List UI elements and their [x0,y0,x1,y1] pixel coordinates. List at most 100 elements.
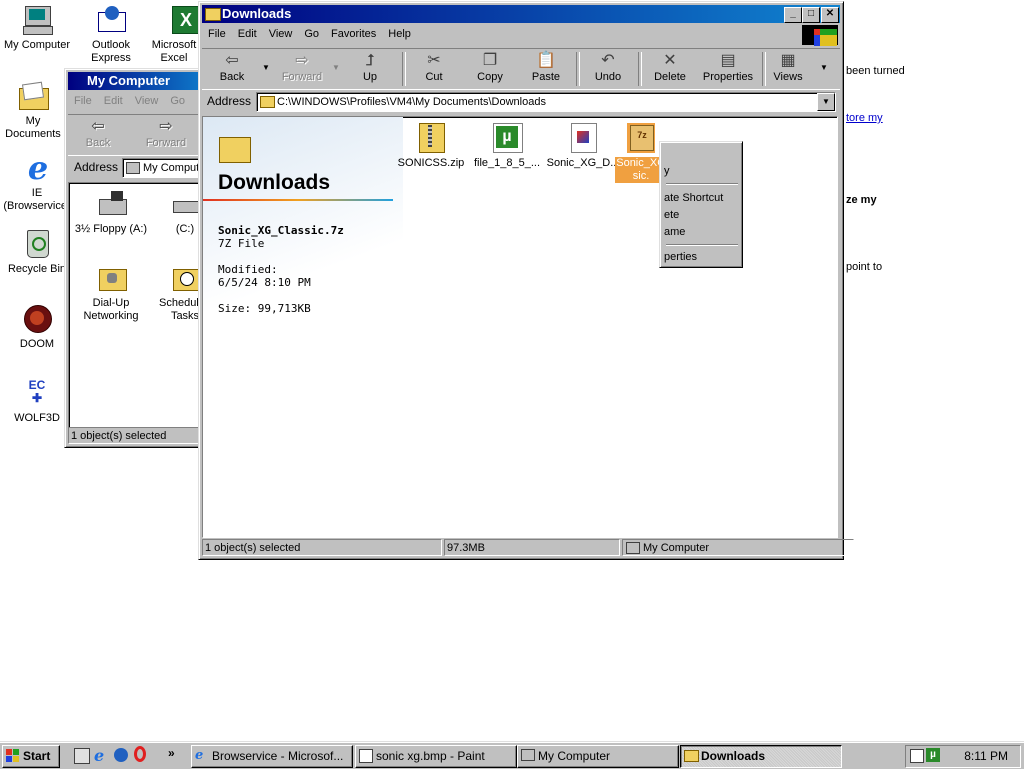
undo-button[interactable]: ↶ Undo [580,51,636,87]
file-item-sonicss-zip[interactable]: SONICSS.zip [393,123,469,170]
my-computer-small-icon [126,162,140,174]
address-input[interactable]: C:\WINDOWS\Profiles\VM4\My Documents\Dow… [256,92,836,112]
properties-button[interactable]: ▤ Properties [698,51,758,87]
desktop-icon-my-documents[interactable]: My Documents [0,80,66,141]
desktop-icon-label: My Documents [5,115,61,140]
webview-title-underline [203,199,393,201]
desktop-icon-doom[interactable]: DOOM [0,303,74,351]
delete-button[interactable]: ✕ Delete [642,51,698,87]
menu-edit[interactable]: Edit [98,92,129,110]
address-input[interactable]: My Computer [122,158,205,178]
close-button[interactable]: ✕ [821,7,839,23]
desktop-icon-label: Recycle Bin [7,263,67,275]
desktop-icon-ie[interactable]: e IE (Browservice) [0,152,74,213]
desktop-icon-wolf3d[interactable]: EC ✚ WOLF3D [0,377,74,425]
menu-go[interactable]: Go [164,92,191,110]
forward-button[interactable]: ⇨ Forward [138,117,194,153]
desktop-icon-label: Microsoft Excel [151,39,197,64]
context-item-copy[interactable]: y [664,163,740,180]
show-desktop-icon[interactable] [74,748,90,764]
up-button[interactable]: ⮥ Up [342,51,398,87]
webview-folder-title: Downloads [218,171,331,194]
windows-logo-icon [6,749,20,763]
paste-button[interactable]: 📋 Paste [518,51,574,87]
minimize-button[interactable]: _ [784,7,802,23]
background-link[interactable]: tore my [846,112,883,124]
winamp-file-icon [569,123,597,153]
background-text: been turned [846,65,905,77]
my-computer-titlebar[interactable]: My Computer [68,72,205,90]
menu-go[interactable]: Go [298,25,325,43]
menu-edit[interactable]: Edit [232,25,263,43]
context-item-rename[interactable]: ame [664,224,740,241]
folder-icon [260,96,275,108]
my-documents-icon [17,80,49,112]
address-dropdown-button[interactable]: ▼ [817,93,835,111]
taskbar-button-browservice[interactable]: e Browservice - Microsof... [191,745,353,768]
outlook-express-icon [95,4,127,36]
file-item-utorrent[interactable]: µ file_1_8_5_... [469,123,545,170]
folder-icon [684,750,699,762]
outlook-express-icon[interactable] [114,748,128,762]
desktop-icon-outlook-express[interactable]: Outlook Express [74,4,148,65]
forward-arrow-icon: ⇨ [295,52,309,69]
copy-button[interactable]: ❐ Copy [462,51,518,87]
scheduler-tray-icon[interactable] [910,749,924,763]
views-dropdown-icon[interactable]: ▼ [820,63,828,72]
drive-floppy[interactable]: 3½ Floppy (A:) [73,189,149,236]
views-button[interactable]: ▦ Views [760,51,816,87]
recycle-bin-icon [21,228,53,260]
back-dropdown-icon[interactable]: ▼ [262,63,270,72]
forward-dropdown-icon[interactable]: ▼ [332,63,340,72]
file-item-sonic-xg-d[interactable]: Sonic_XG_D... [545,123,621,170]
context-item-create-shortcut[interactable]: ate Shortcut [664,190,740,207]
status-size: 97.3MB [444,539,620,556]
menu-favorites[interactable]: Favorites [325,25,382,43]
selected-file-name: Sonic_XG_Classic.7z [218,224,344,237]
menu-help[interactable]: Help [382,25,417,43]
downloads-window[interactable]: Downloads _ □ ✕ File Edit View Go Favorites H… [198,1,854,560]
cut-button[interactable]: ✂ Cut [406,51,462,87]
my-computer-window[interactable]: My Computer File Edit View Go ⇦ Back ⇨ Forwar… [64,68,206,448]
menu-view[interactable]: View [263,25,299,43]
modified-value: 6/5/24 8:10 PM [218,276,311,289]
my-computer-toolbar: ⇦ Back ⇨ Forward [68,114,202,156]
context-menu[interactable]: y ate Shortcut ete ame perties [659,141,743,268]
background-text-bold: ze my [846,194,877,206]
desktop-icon-excel[interactable]: X Microsoft Excel [148,4,200,65]
desktop-icon-label: Outlook Express [91,39,131,64]
clock[interactable]: 8:11 PM [964,749,1008,763]
taskbar-button-paint[interactable]: sonic xg.bmp - Paint [355,745,517,768]
context-item-delete[interactable]: ete [664,207,740,224]
context-separator [666,183,738,185]
taskbar-button-my-computer[interactable]: My Computer [517,745,679,768]
folder-large-icon [219,137,251,163]
7z-file-icon: 7z [627,123,655,153]
selected-file-type: 7Z File [218,237,265,250]
back-arrow-icon: ⇦ [91,118,105,135]
back-button[interactable]: ⇦ Back [70,117,126,153]
menu-file[interactable]: File [68,92,98,110]
taskbar-button-downloads[interactable]: Downloads [680,745,842,768]
dialup-networking[interactable]: Dial-Up Networking [73,263,149,323]
my-computer-address-bar: Address My Computer [68,157,205,179]
desktop-icon-my-computer[interactable]: My Computer [0,4,74,52]
opera-icon[interactable] [134,746,146,762]
utorrent-tray-icon[interactable]: µ [926,748,940,762]
maximize-button[interactable]: □ [802,7,820,23]
downloads-toolbar: ⇦ Back ▼ ⇨ Forward ▼ ⮥ Up ✂ Cut ❐ Copy 📋 Paste… [202,48,840,90]
menu-view[interactable]: View [129,92,165,110]
ie-icon[interactable]: e [94,746,104,765]
context-item-properties[interactable]: perties [664,249,740,266]
quicklaunch-more-button[interactable]: » [168,746,175,760]
undo-icon: ↶ [601,52,615,69]
back-button[interactable]: ⇦ Back [204,51,260,87]
desktop-icon-recycle-bin[interactable]: Recycle Bin [0,228,74,276]
start-button[interactable]: Start [2,745,60,768]
forward-button[interactable]: ⇨ Forward [274,51,330,87]
downloads-statusbar: 1 object(s) selected 97.3MB My Computer [202,539,854,556]
downloads-titlebar[interactable]: Downloads _ □ ✕ [202,5,840,23]
menu-file[interactable]: File [202,25,232,43]
back-arrow-icon: ⇦ [225,52,239,69]
my-computer-content: 3½ Floppy (A:) (C:) Dial-Up Networking S… [68,182,205,428]
